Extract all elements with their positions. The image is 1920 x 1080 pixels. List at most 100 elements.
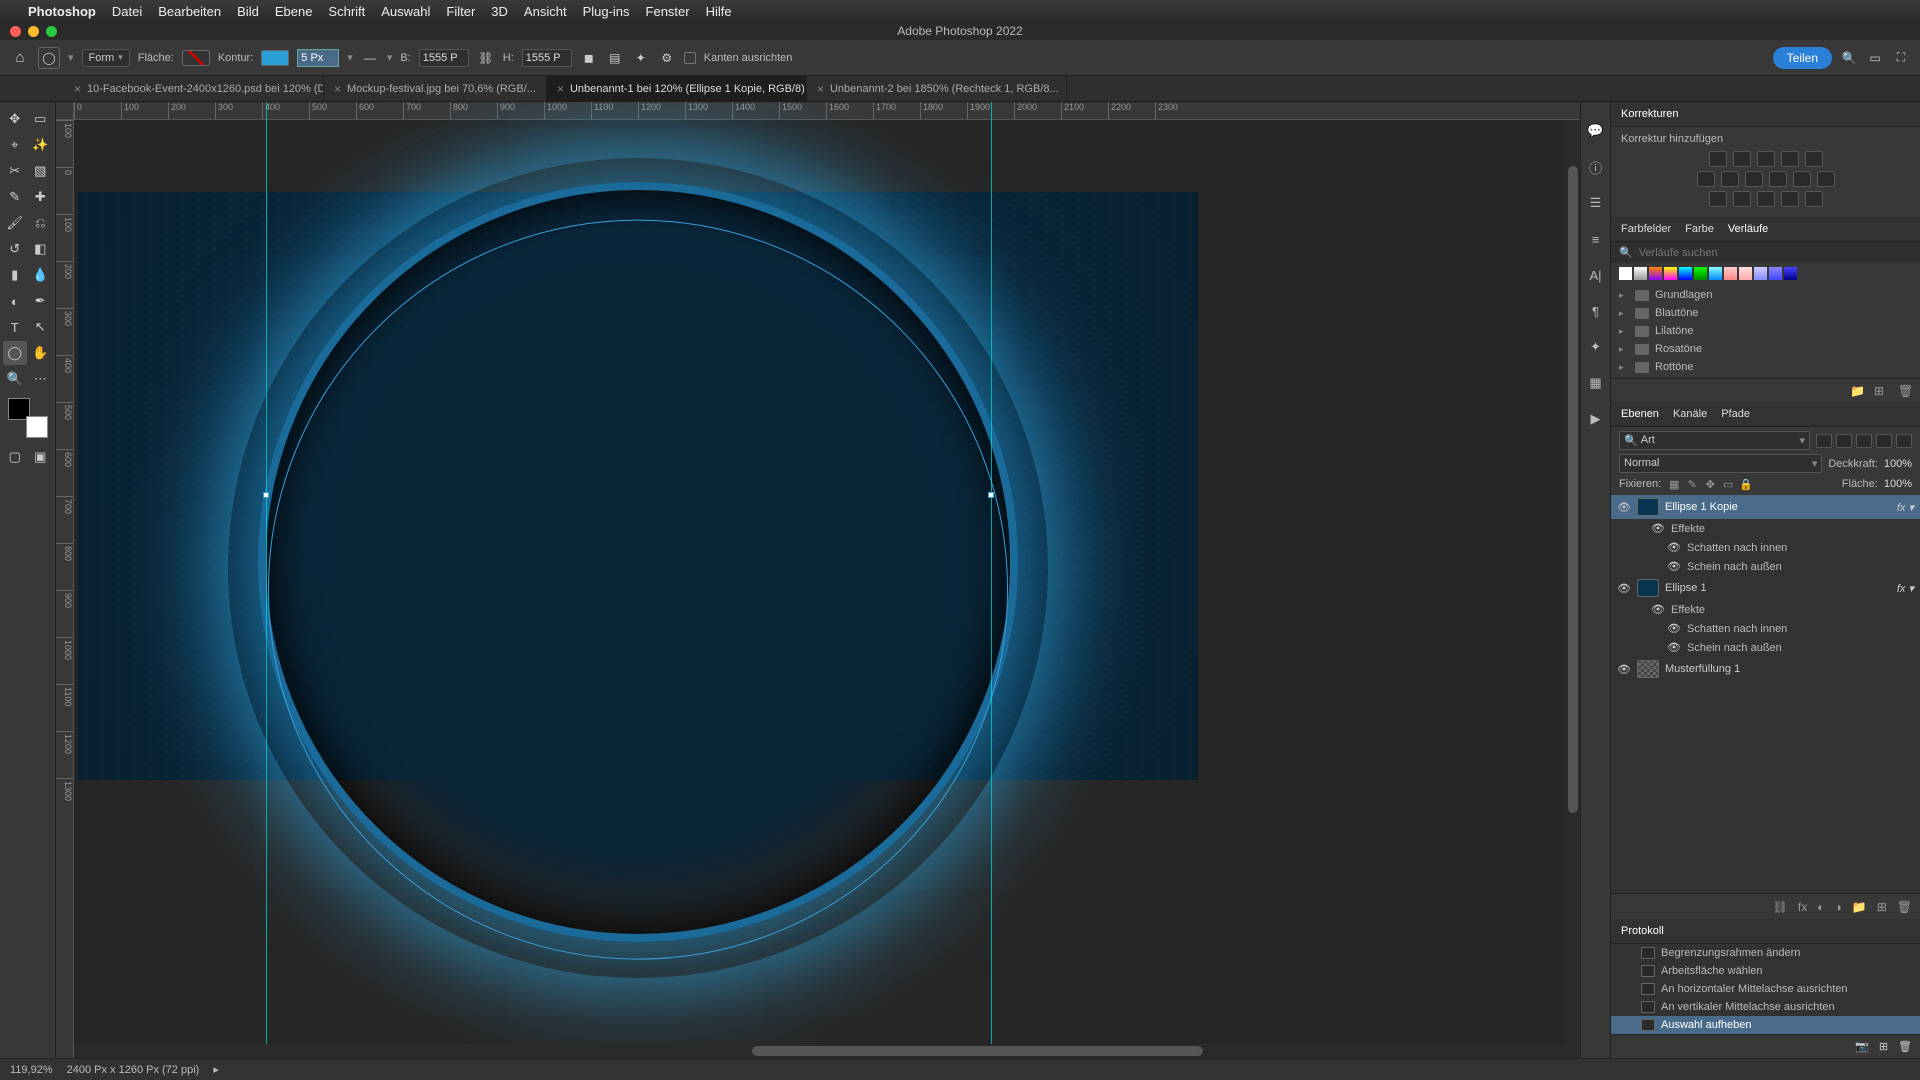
tab-ebenen[interactable]: Ebenen xyxy=(1621,408,1659,420)
brightness-icon[interactable] xyxy=(1709,151,1727,167)
tab-verlaeufe[interactable]: Verläufe xyxy=(1728,223,1768,235)
libraries-icon[interactable]: ▦ xyxy=(1587,374,1605,392)
frame-tool-icon[interactable]: ▧ xyxy=(29,159,53,183)
grad-swatch[interactable] xyxy=(1679,267,1692,280)
canvas-area[interactable]: 0100200300400500600700800900100011001200… xyxy=(56,102,1580,1058)
home-icon[interactable]: ⌂ xyxy=(10,49,30,66)
layer-effect-item[interactable]: 👁Schein nach außen xyxy=(1611,557,1920,576)
paragraph-icon[interactable]: ¶ xyxy=(1587,302,1605,320)
group-icon[interactable]: 📁 xyxy=(1852,900,1867,914)
history-item[interactable]: An horizontaler Mittelachse ausrichten xyxy=(1611,980,1920,998)
ruler-horizontal[interactable]: 0100200300400500600700800900100011001200… xyxy=(74,102,1580,120)
trash-icon[interactable]: 🗑 xyxy=(1897,900,1912,914)
mixer-icon[interactable] xyxy=(1793,171,1811,187)
lasso-tool-icon[interactable]: ⌖ xyxy=(3,133,27,157)
scrollbar-vertical[interactable] xyxy=(1566,120,1580,1044)
dodge-tool-icon[interactable]: ◐ xyxy=(3,289,27,313)
layer-effect-item[interactable]: 👁Schatten nach innen xyxy=(1611,619,1920,638)
lock-pixels-icon[interactable]: ▦ xyxy=(1667,477,1681,491)
layer-effects[interactable]: 👁Effekte xyxy=(1611,519,1920,538)
blur-tool-icon[interactable]: 💧 xyxy=(29,263,53,287)
gradient-map-icon[interactable] xyxy=(1781,191,1799,207)
stroke-swatch[interactable] xyxy=(261,50,289,66)
crop-tool-icon[interactable]: ✂ xyxy=(3,159,27,183)
curves-icon[interactable] xyxy=(1757,151,1775,167)
doc-tab[interactable]: ×Mockup-festival.jpg bei 70,6% (RGB/... xyxy=(324,76,547,101)
search-icon[interactable]: 🔍 xyxy=(1840,49,1858,67)
filter-type-icon[interactable] xyxy=(1856,434,1872,448)
new-snapshot-icon[interactable]: ⊞ xyxy=(1879,1040,1888,1053)
width-value[interactable]: 1555 P xyxy=(419,49,469,67)
screen-mode-icon[interactable]: ⛶ xyxy=(1892,49,1910,67)
adjustment-layer-icon[interactable]: ◑ xyxy=(1835,900,1842,914)
zoom-tool-icon[interactable]: 🔍 xyxy=(3,367,27,391)
lock-position-icon[interactable]: ✎ xyxy=(1685,477,1699,491)
actions-icon[interactable]: ▶ xyxy=(1587,410,1605,428)
shape-tool-icon[interactable]: ◯ xyxy=(3,341,27,365)
heal-tool-icon[interactable]: ✚ xyxy=(29,185,53,209)
tab-farbe[interactable]: Farbe xyxy=(1685,223,1714,235)
more-tools-icon[interactable]: ⋯ xyxy=(29,367,53,391)
adjustments-tab[interactable]: Korrekturen xyxy=(1611,102,1920,127)
quickmask-icon[interactable]: ▢ xyxy=(3,445,27,469)
fx-badge[interactable]: fx ▾ xyxy=(1897,582,1914,595)
new-item-icon[interactable]: ⊞ xyxy=(1874,384,1888,398)
move-tool-icon[interactable]: ✥ xyxy=(3,107,27,131)
gradient-tool-icon[interactable]: ▮ xyxy=(3,263,27,287)
stroke-style-icon[interactable]: — xyxy=(361,49,379,67)
grad-swatch[interactable] xyxy=(1649,267,1662,280)
visibility-icon[interactable]: 👁 xyxy=(1667,641,1681,654)
character-icon[interactable]: A| xyxy=(1587,266,1605,284)
exposure-icon[interactable] xyxy=(1781,151,1799,167)
grad-swatch[interactable] xyxy=(1619,267,1632,280)
filter-pixel-icon[interactable] xyxy=(1816,434,1832,448)
layer-thumb[interactable] xyxy=(1637,498,1659,516)
brush-tool-icon[interactable]: 🖌 xyxy=(3,211,27,235)
type-tool-icon[interactable]: T xyxy=(3,315,27,339)
lock-artboard-icon[interactable]: ▭ xyxy=(1721,477,1735,491)
menu-auswahl[interactable]: Auswahl xyxy=(381,4,430,19)
history-brush-icon[interactable]: ↺ xyxy=(3,237,27,261)
gear-icon[interactable]: ⚙ xyxy=(658,49,676,67)
posterize-icon[interactable] xyxy=(1733,191,1751,207)
align-edges-checkbox[interactable] xyxy=(684,52,696,64)
blend-mode-dropdown[interactable]: Normal xyxy=(1619,454,1822,473)
align-icon[interactable]: ▤ xyxy=(606,49,624,67)
close-icon[interactable]: × xyxy=(334,82,341,96)
layer-thumb[interactable] xyxy=(1637,660,1659,678)
arrange-icon[interactable]: ✦ xyxy=(632,49,650,67)
close-icon[interactable]: × xyxy=(74,82,81,96)
pen-tool-icon[interactable]: ✒ xyxy=(29,289,53,313)
visibility-icon[interactable]: 👁 xyxy=(1617,663,1631,676)
scrollbar-horizontal[interactable] xyxy=(74,1044,1580,1058)
eraser-tool-icon[interactable]: ◧ xyxy=(29,237,53,261)
wand-tool-icon[interactable]: ✨ xyxy=(29,133,53,157)
lock-all-icon[interactable]: 🔒 xyxy=(1739,477,1753,491)
grad-folder[interactable]: Grundlagen xyxy=(1619,286,1912,304)
grad-swatch[interactable] xyxy=(1694,267,1707,280)
maximize-window-button[interactable] xyxy=(46,26,57,37)
grad-folder[interactable]: Lilatöne xyxy=(1619,322,1912,340)
layer-thumb[interactable] xyxy=(1637,579,1659,597)
menu-3d[interactable]: 3D xyxy=(491,4,508,19)
visibility-icon[interactable]: 👁 xyxy=(1651,522,1665,535)
layer-effect-item[interactable]: 👁Schatten nach innen xyxy=(1611,538,1920,557)
mask-icon[interactable]: ◐ xyxy=(1817,900,1824,914)
threshold-icon[interactable] xyxy=(1757,191,1775,207)
history-item[interactable]: An vertikaler Mittelachse ausrichten xyxy=(1611,998,1920,1016)
selective-icon[interactable] xyxy=(1805,191,1823,207)
close-icon[interactable]: × xyxy=(557,82,564,96)
menu-ebene[interactable]: Ebene xyxy=(275,4,313,19)
fill-value[interactable]: 100% xyxy=(1884,478,1912,490)
photo-filter-icon[interactable] xyxy=(1769,171,1787,187)
grad-swatch[interactable] xyxy=(1754,267,1767,280)
levels-icon[interactable] xyxy=(1733,151,1751,167)
menu-bearbeiten[interactable]: Bearbeiten xyxy=(158,4,221,19)
opacity-value[interactable]: 100% xyxy=(1884,458,1912,470)
doc-tab-active[interactable]: ×Unbenannt-1 bei 120% (Ellipse 1 Kopie, … xyxy=(547,76,807,101)
link-wh-icon[interactable]: ⛓ xyxy=(477,49,495,67)
screenmode-icon[interactable]: ▣ xyxy=(29,445,53,469)
lookup-icon[interactable] xyxy=(1817,171,1835,187)
grad-swatch[interactable] xyxy=(1769,267,1782,280)
comments-icon[interactable]: 💬 xyxy=(1587,122,1605,140)
